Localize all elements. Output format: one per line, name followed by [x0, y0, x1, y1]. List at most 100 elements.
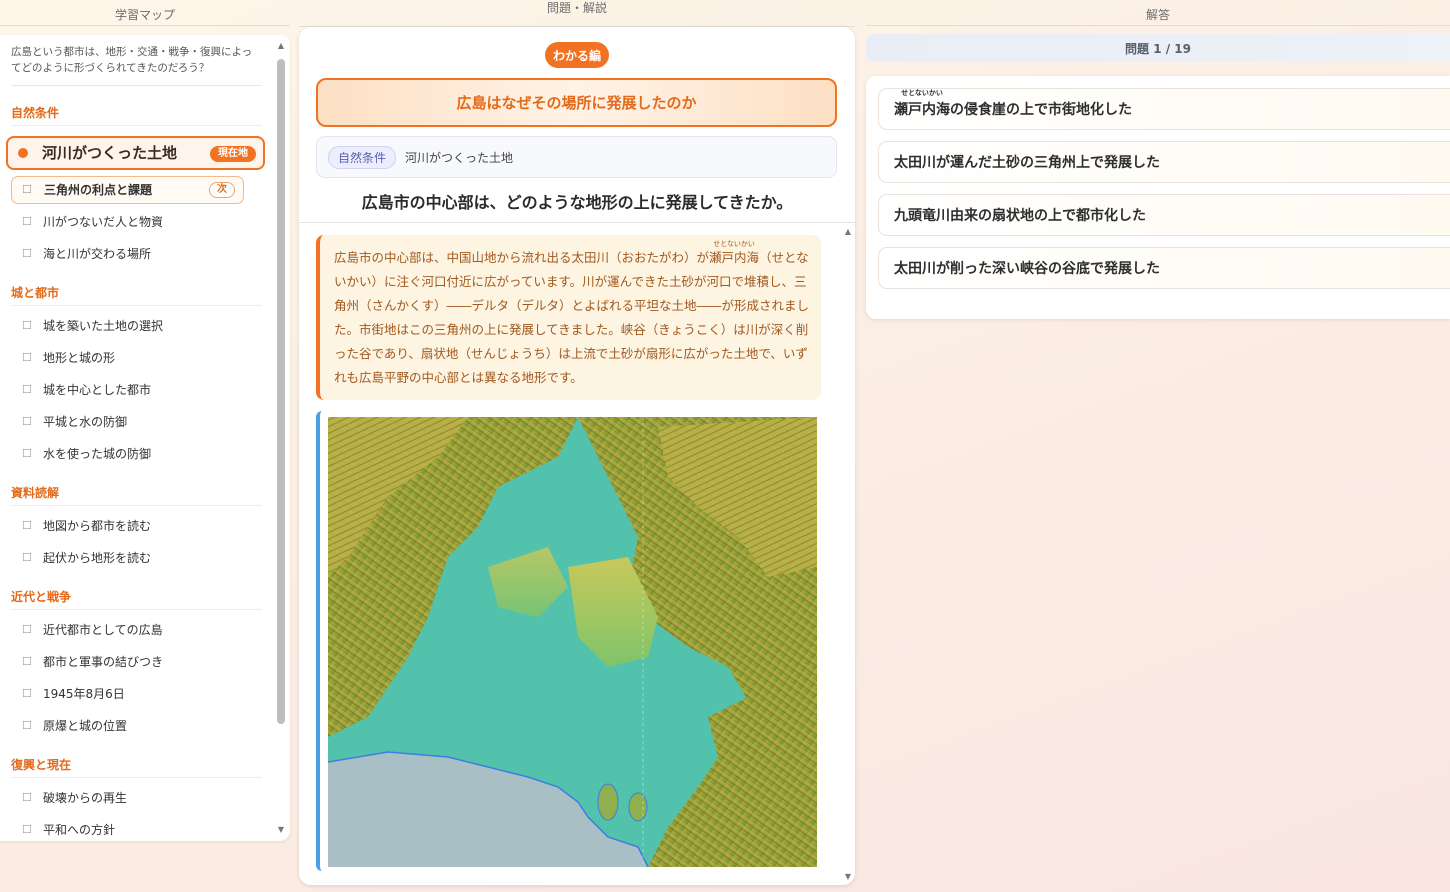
explanation-text: （せとないかい）に注ぐ河口付近に広がっています。川が運んできた土砂が河口で堆積し…	[334, 250, 810, 385]
lesson-title: 広島はなぜその場所に発展したのか	[316, 78, 837, 127]
map-item-next[interactable]: ☐ 三角州の利点と課題 次	[11, 175, 244, 204]
map-item-label: 地図から都市を読む	[43, 519, 152, 533]
answer-panel: せとないかい瀬戸内海 の侵食崖の上で市街地化した 太田川が運んだ土砂の三角州上で発…	[866, 76, 1450, 319]
ruby-term: せとないかい瀬戸内海	[894, 89, 950, 119]
current-dot-icon	[18, 147, 28, 158]
map-item-label: 平城と水の防御	[43, 415, 128, 429]
answer-option-label: 太田川が運んだ土砂の三角州上で発展した	[894, 155, 1160, 171]
map-item[interactable]: ☐ 平城と水の防御	[0, 406, 272, 438]
map-item[interactable]: ☐ 城を中心とした都市	[0, 374, 272, 406]
map-item-label: 城を中心とした都市	[43, 383, 152, 397]
relief-map-frame	[316, 411, 821, 871]
scroll-thumb[interactable]	[277, 59, 285, 724]
checkbox-icon: ☐	[22, 551, 32, 564]
lesson-title-text: 広島はなぜその場所に発展したのか	[456, 94, 697, 112]
scroll-up-icon[interactable]: ▲	[276, 41, 286, 51]
checkbox-icon: ☐	[22, 687, 32, 700]
map-item[interactable]: ☐ 1945年8月6日	[0, 678, 272, 710]
section-title-nature: 自然条件	[11, 104, 262, 126]
current-location-badge: 現在地	[210, 145, 256, 162]
checkbox-icon: ☐	[22, 791, 32, 804]
answer-option-label: 太田川が削った深い峡谷の谷底で発展した	[894, 261, 1160, 277]
checkbox-icon: ☐	[22, 655, 32, 668]
map-item-label: 近代都市としての広島	[43, 623, 163, 637]
map-item-label: 地形と城の形	[43, 351, 116, 365]
map-item[interactable]: ☐ 平和への方針	[0, 814, 272, 842]
checkbox-icon: ☐	[22, 415, 32, 428]
answer-column-title: 解答	[1145, 7, 1170, 22]
ruby-base: 瀬戸内海	[894, 102, 950, 118]
topic-tag-bar: 自然条件 河川がつくった土地	[316, 136, 837, 178]
map-item-label: 破壊からの再生	[43, 791, 128, 805]
question-panel: わかる編 広島はなぜその場所に発展したのか 自然条件 河川がつくった土地 広島市…	[299, 27, 855, 885]
map-column-header: 学習マップ	[0, 0, 290, 28]
answer-option-4[interactable]: 太田川が削った深い峡谷の谷底で発展した	[878, 247, 1450, 289]
header-rule	[0, 25, 290, 26]
map-item-label: 1945年8月6日	[43, 687, 125, 701]
map-item[interactable]: ☐ 地図から都市を読む	[0, 510, 272, 542]
map-item-label: 海と川が交わる場所	[43, 247, 152, 261]
topic-label: 河川がつくった土地	[405, 150, 514, 165]
answer-column-header: 解答	[866, 0, 1450, 28]
map-column-title: 学習マップ	[114, 7, 175, 22]
category-tag: 自然条件	[328, 145, 397, 169]
section-title-recovery: 復興と現在	[11, 756, 262, 778]
explanation-scroll-area[interactable]: 広島市の中心部は、中国山地から流れ出る太田川（おおたがわ）が せとないかい瀬戸内海…	[299, 223, 855, 885]
section-title-reading: 資料読解	[11, 484, 262, 506]
scroll-down-icon[interactable]: ▼	[845, 872, 851, 881]
checkbox-icon: ☐	[22, 623, 32, 636]
map-item[interactable]: ☐ 原爆と城の位置	[0, 710, 272, 742]
map-item-label: 平和への方針	[43, 823, 116, 837]
next-item-label: 三角州の利点と課題	[44, 183, 153, 197]
map-item-label: 原爆と城の位置	[43, 719, 128, 733]
checkbox-icon: ☐	[22, 719, 32, 732]
ruby-reading: せとないかい	[901, 89, 943, 97]
answer-option-2[interactable]: 太田川が運んだ土砂の三角州上で発展した	[878, 141, 1450, 183]
checkbox-icon: ☐	[22, 351, 32, 364]
map-item[interactable]: ☐ 水を使った城の防御	[0, 438, 272, 470]
header-rule	[866, 25, 1450, 26]
level-badge: わかる編	[545, 42, 609, 68]
map-item-label: 水を使った城の防御	[43, 447, 152, 461]
question-counter-text: 問題 1 / 19	[1125, 41, 1191, 56]
explanation-text: 広島市の中心部は、中国山地から流れ出る太田川（おおたがわ）が	[334, 250, 710, 265]
checkbox-icon: ☐	[22, 519, 32, 532]
scroll-down-icon[interactable]: ▼	[276, 825, 286, 835]
answer-option-3[interactable]: 九頭竜川由来の扇状地の上で都市化した	[878, 194, 1450, 236]
left-scrollbar[interactable]: ▲ ▼	[276, 41, 286, 835]
map-item[interactable]: ☐ 都市と軍事の結びつき	[0, 646, 272, 678]
map-item[interactable]: ☐ 破壊からの再生	[0, 782, 272, 814]
answer-option-1[interactable]: せとないかい瀬戸内海 の侵食崖の上で市街地化した	[878, 88, 1450, 130]
answer-option-label: 九頭竜川由来の扇状地の上で都市化した	[894, 208, 1146, 224]
ruby-reading: せとないかい	[713, 240, 755, 248]
map-item[interactable]: ☐ 川がつないだ人と物資	[0, 206, 272, 238]
checkbox-icon: ☐	[22, 247, 32, 260]
learning-map-list: 広島という都市は、地形・交通・戦争・復興によってどのように形づくられてきたのだろ…	[0, 35, 272, 841]
map-item[interactable]: ☐ 近代都市としての広島	[0, 614, 272, 646]
map-guiding-question: 広島という都市は、地形・交通・戦争・復興によってどのように形づくられてきたのだろ…	[11, 45, 262, 86]
relief-map-image	[328, 417, 817, 867]
map-item-label: 都市と軍事の結びつき	[43, 655, 164, 669]
map-item-current[interactable]: 河川がつくった土地 現在地	[6, 135, 265, 170]
map-item-label: 川がつないだ人と物資	[43, 215, 164, 229]
explanation-box: 広島市の中心部は、中国山地から流れ出る太田川（おおたがわ）が せとないかい瀬戸内海…	[316, 235, 821, 400]
question-text: 広島市の中心部は、どのような地形の上に発展してきたか。	[361, 193, 793, 212]
learning-map-panel: 広島という都市は、地形・交通・戦争・復興によってどのように形づくられてきたのだろ…	[0, 35, 290, 841]
next-badge: 次	[209, 181, 235, 198]
map-item[interactable]: ☐ 地形と城の形	[0, 342, 272, 374]
question-column-header: 問題・解説	[299, 0, 855, 27]
answer-option-label: の侵食崖の上で市街地化した	[950, 102, 1132, 118]
checkbox-icon: ☐	[22, 183, 32, 196]
map-item[interactable]: ☐ 城を築いた土地の選択	[0, 310, 272, 342]
map-item[interactable]: ☐ 起伏から地形を読む	[0, 542, 272, 574]
checkbox-icon: ☐	[22, 383, 32, 396]
question-counter: 問題 1 / 19	[866, 34, 1450, 62]
question-column-title: 問題・解説	[546, 0, 607, 15]
scroll-up-icon[interactable]: ▲	[845, 227, 851, 236]
ruby-base: 瀬戸内海	[709, 250, 760, 265]
map-item[interactable]: ☐ 海と川が交わる場所	[0, 238, 272, 270]
map-item-label: 城を築いた土地の選択	[43, 319, 164, 333]
checkbox-icon: ☐	[22, 823, 32, 836]
checkbox-icon: ☐	[22, 319, 32, 332]
section-title-castle: 城と都市	[11, 284, 262, 306]
